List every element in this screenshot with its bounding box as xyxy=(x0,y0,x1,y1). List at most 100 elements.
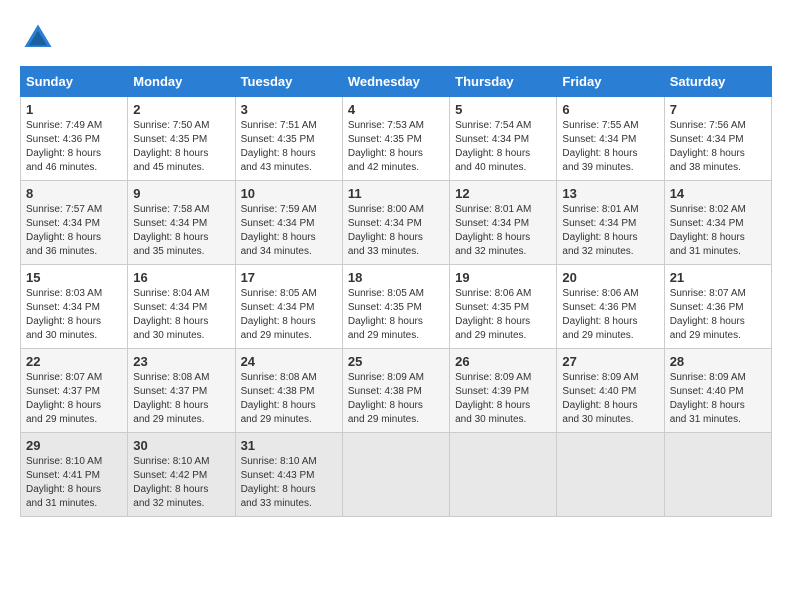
calendar-cell xyxy=(557,433,664,517)
calendar-cell xyxy=(450,433,557,517)
calendar-week-1: 1Sunrise: 7:49 AM Sunset: 4:36 PM Daylig… xyxy=(21,97,772,181)
day-number: 30 xyxy=(133,438,229,453)
calendar-cell: 21 Sunrise: 8:07 AM Sunset: 4:36 PM Dayli… xyxy=(664,265,771,349)
calendar-cell xyxy=(342,433,449,517)
col-monday: Monday xyxy=(128,67,235,97)
calendar-cell: 24 Sunrise: 8:08 AM Sunset: 4:38 PM Dayli… xyxy=(235,349,342,433)
day-info: Sunrise: 8:10 AM Sunset: 4:42 PM Dayligh… xyxy=(133,455,229,511)
col-saturday: Saturday xyxy=(664,67,771,97)
calendar-cell: 2 Sunrise: 7:50 AM Sunset: 4:35 PM Daylig… xyxy=(128,97,235,181)
day-number: 26 xyxy=(455,354,551,369)
day-number: 22 xyxy=(26,354,122,369)
day-info: Sunrise: 8:04 AM Sunset: 4:34 PM Dayligh… xyxy=(133,287,229,343)
day-number: 4 xyxy=(348,102,444,117)
calendar-cell: 17 Sunrise: 8:05 AM Sunset: 4:34 PM Dayli… xyxy=(235,265,342,349)
day-number: 29 xyxy=(26,438,122,453)
day-info: Sunrise: 8:06 AM Sunset: 4:36 PM Dayligh… xyxy=(562,287,658,343)
day-info: Sunrise: 8:03 AM Sunset: 4:34 PM Dayligh… xyxy=(26,287,122,343)
day-info: Sunrise: 8:09 AM Sunset: 4:39 PM Dayligh… xyxy=(455,371,551,427)
calendar-cell: 31Sunrise: 8:10 AM Sunset: 4:43 PM Dayli… xyxy=(235,433,342,517)
calendar-cell: 30 Sunrise: 8:10 AM Sunset: 4:42 PM Dayli… xyxy=(128,433,235,517)
day-number: 7 xyxy=(670,102,766,117)
day-info: Sunrise: 7:56 AM Sunset: 4:34 PM Dayligh… xyxy=(670,119,766,175)
day-info: Sunrise: 7:59 AM Sunset: 4:34 PM Dayligh… xyxy=(241,203,337,259)
day-number: 5 xyxy=(455,102,551,117)
calendar-cell: 9 Sunrise: 7:58 AM Sunset: 4:34 PM Daylig… xyxy=(128,181,235,265)
calendar-cell: 29Sunrise: 8:10 AM Sunset: 4:41 PM Dayli… xyxy=(21,433,128,517)
calendar-cell: 6 Sunrise: 7:55 AM Sunset: 4:34 PM Daylig… xyxy=(557,97,664,181)
day-number: 9 xyxy=(133,186,229,201)
day-info: Sunrise: 7:51 AM Sunset: 4:35 PM Dayligh… xyxy=(241,119,337,175)
calendar-cell: 27Sunrise: 8:09 AM Sunset: 4:40 PM Dayli… xyxy=(557,349,664,433)
day-number: 16 xyxy=(133,270,229,285)
calendar-cell: 22 Sunrise: 8:07 AM Sunset: 4:37 PM Dayli… xyxy=(21,349,128,433)
calendar-cell: 13Sunrise: 8:01 AM Sunset: 4:34 PM Dayli… xyxy=(557,181,664,265)
day-info: Sunrise: 8:06 AM Sunset: 4:35 PM Dayligh… xyxy=(455,287,551,343)
day-info: Sunrise: 7:55 AM Sunset: 4:34 PM Dayligh… xyxy=(562,119,658,175)
calendar-cell: 12Sunrise: 8:01 AM Sunset: 4:34 PM Dayli… xyxy=(450,181,557,265)
day-info: Sunrise: 8:09 AM Sunset: 4:40 PM Dayligh… xyxy=(562,371,658,427)
day-number: 15 xyxy=(26,270,122,285)
day-info: Sunrise: 7:54 AM Sunset: 4:34 PM Dayligh… xyxy=(455,119,551,175)
day-info: Sunrise: 8:07 AM Sunset: 4:36 PM Dayligh… xyxy=(670,287,766,343)
day-number: 31 xyxy=(241,438,337,453)
calendar-cell: 26 Sunrise: 8:09 AM Sunset: 4:39 PM Dayli… xyxy=(450,349,557,433)
calendar-cell: 28 Sunrise: 8:09 AM Sunset: 4:40 PM Dayli… xyxy=(664,349,771,433)
calendar-week-3: 15 Sunrise: 8:03 AM Sunset: 4:34 PM Dayli… xyxy=(21,265,772,349)
day-number: 17 xyxy=(241,270,337,285)
day-info: Sunrise: 8:05 AM Sunset: 4:34 PM Dayligh… xyxy=(241,287,337,343)
calendar-cell: 7 Sunrise: 7:56 AM Sunset: 4:34 PM Daylig… xyxy=(664,97,771,181)
day-number: 13 xyxy=(562,186,658,201)
calendar-cell: 25Sunrise: 8:09 AM Sunset: 4:38 PM Dayli… xyxy=(342,349,449,433)
calendar-cell: 11 Sunrise: 8:00 AM Sunset: 4:34 PM Dayli… xyxy=(342,181,449,265)
day-info: Sunrise: 8:09 AM Sunset: 4:38 PM Dayligh… xyxy=(348,371,444,427)
day-number: 28 xyxy=(670,354,766,369)
day-number: 11 xyxy=(348,186,444,201)
logo xyxy=(20,20,62,56)
day-number: 12 xyxy=(455,186,551,201)
day-number: 10 xyxy=(241,186,337,201)
calendar-week-4: 22 Sunrise: 8:07 AM Sunset: 4:37 PM Dayli… xyxy=(21,349,772,433)
calendar-cell: 15 Sunrise: 8:03 AM Sunset: 4:34 PM Dayli… xyxy=(21,265,128,349)
day-number: 23 xyxy=(133,354,229,369)
calendar-cell: 5 Sunrise: 7:54 AM Sunset: 4:34 PM Daylig… xyxy=(450,97,557,181)
day-info: Sunrise: 8:08 AM Sunset: 4:37 PM Dayligh… xyxy=(133,371,229,427)
calendar-week-5: 29Sunrise: 8:10 AM Sunset: 4:41 PM Dayli… xyxy=(21,433,772,517)
calendar-cell: 14Sunrise: 8:02 AM Sunset: 4:34 PM Dayli… xyxy=(664,181,771,265)
day-number: 8 xyxy=(26,186,122,201)
col-wednesday: Wednesday xyxy=(342,67,449,97)
day-number: 24 xyxy=(241,354,337,369)
day-info: Sunrise: 7:49 AM Sunset: 4:36 PM Dayligh… xyxy=(26,119,122,175)
day-info: Sunrise: 7:57 AM Sunset: 4:34 PM Dayligh… xyxy=(26,203,122,259)
header-row: Sunday Monday Tuesday Wednesday Thursday… xyxy=(21,67,772,97)
day-info: Sunrise: 8:07 AM Sunset: 4:37 PM Dayligh… xyxy=(26,371,122,427)
calendar-cell: 16 Sunrise: 8:04 AM Sunset: 4:34 PM Dayli… xyxy=(128,265,235,349)
calendar-cell: 18Sunrise: 8:05 AM Sunset: 4:35 PM Dayli… xyxy=(342,265,449,349)
day-info: Sunrise: 7:58 AM Sunset: 4:34 PM Dayligh… xyxy=(133,203,229,259)
day-info: Sunrise: 7:53 AM Sunset: 4:35 PM Dayligh… xyxy=(348,119,444,175)
day-number: 2 xyxy=(133,102,229,117)
calendar-cell: 20 Sunrise: 8:06 AM Sunset: 4:36 PM Dayli… xyxy=(557,265,664,349)
day-info: Sunrise: 7:50 AM Sunset: 4:35 PM Dayligh… xyxy=(133,119,229,175)
day-info: Sunrise: 8:00 AM Sunset: 4:34 PM Dayligh… xyxy=(348,203,444,259)
col-thursday: Thursday xyxy=(450,67,557,97)
calendar-cell: 3 Sunrise: 7:51 AM Sunset: 4:35 PM Daylig… xyxy=(235,97,342,181)
calendar-table: Sunday Monday Tuesday Wednesday Thursday… xyxy=(20,66,772,517)
day-info: Sunrise: 8:09 AM Sunset: 4:40 PM Dayligh… xyxy=(670,371,766,427)
logo-icon xyxy=(20,20,56,56)
calendar-cell: 19 Sunrise: 8:06 AM Sunset: 4:35 PM Dayli… xyxy=(450,265,557,349)
col-sunday: Sunday xyxy=(21,67,128,97)
calendar-cell: 1Sunrise: 7:49 AM Sunset: 4:36 PM Daylig… xyxy=(21,97,128,181)
calendar-week-2: 8 Sunrise: 7:57 AM Sunset: 4:34 PM Daylig… xyxy=(21,181,772,265)
day-number: 18 xyxy=(348,270,444,285)
day-number: 20 xyxy=(562,270,658,285)
day-number: 3 xyxy=(241,102,337,117)
day-info: Sunrise: 8:08 AM Sunset: 4:38 PM Dayligh… xyxy=(241,371,337,427)
calendar-cell: 8 Sunrise: 7:57 AM Sunset: 4:34 PM Daylig… xyxy=(21,181,128,265)
col-tuesday: Tuesday xyxy=(235,67,342,97)
day-number: 21 xyxy=(670,270,766,285)
day-number: 19 xyxy=(455,270,551,285)
col-friday: Friday xyxy=(557,67,664,97)
day-number: 6 xyxy=(562,102,658,117)
header xyxy=(20,20,772,56)
